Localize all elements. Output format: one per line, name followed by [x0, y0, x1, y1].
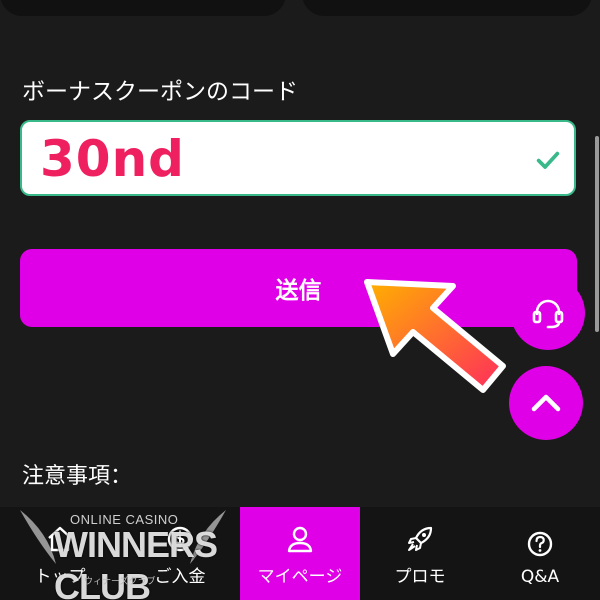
nav-label-promo: プロモ	[394, 567, 446, 587]
nav-item-qa[interactable]: Q&A	[480, 507, 600, 600]
scrollbar[interactable]	[595, 136, 599, 332]
pointer-arrow-icon	[364, 279, 506, 393]
check-icon	[536, 151, 560, 169]
nav-item-promo[interactable]: プロモ	[360, 507, 480, 600]
watermark-line3: ウィナーズクラブ	[84, 577, 156, 587]
scroll-to-top-button[interactable]	[509, 366, 583, 440]
coupon-code-value[interactable]: 30nd	[40, 130, 185, 188]
support-button[interactable]	[511, 276, 585, 350]
notes-heading: 注意事項：	[22, 464, 133, 489]
chevron-up-icon	[531, 394, 561, 412]
headset-icon	[532, 299, 564, 329]
coupon-code-input[interactable]: 30nd	[20, 120, 576, 196]
question-icon	[527, 531, 553, 557]
top-card-right	[302, 0, 592, 16]
watermark-line2: WINNERS CLUB	[54, 524, 218, 600]
nav-item-mypage[interactable]: マイページ	[240, 507, 360, 600]
nav-label-qa: Q&A	[520, 567, 560, 587]
top-card-left	[0, 0, 286, 16]
user-icon	[287, 526, 313, 553]
coupon-code-label: ボーナスクーポンのコード	[22, 79, 298, 105]
winners-club-watermark: ONLINE CASINO WINNERS CLUB ウィナーズクラブ	[18, 502, 228, 600]
nav-label-mypage: マイページ	[257, 567, 343, 587]
rocket-icon	[408, 526, 433, 551]
